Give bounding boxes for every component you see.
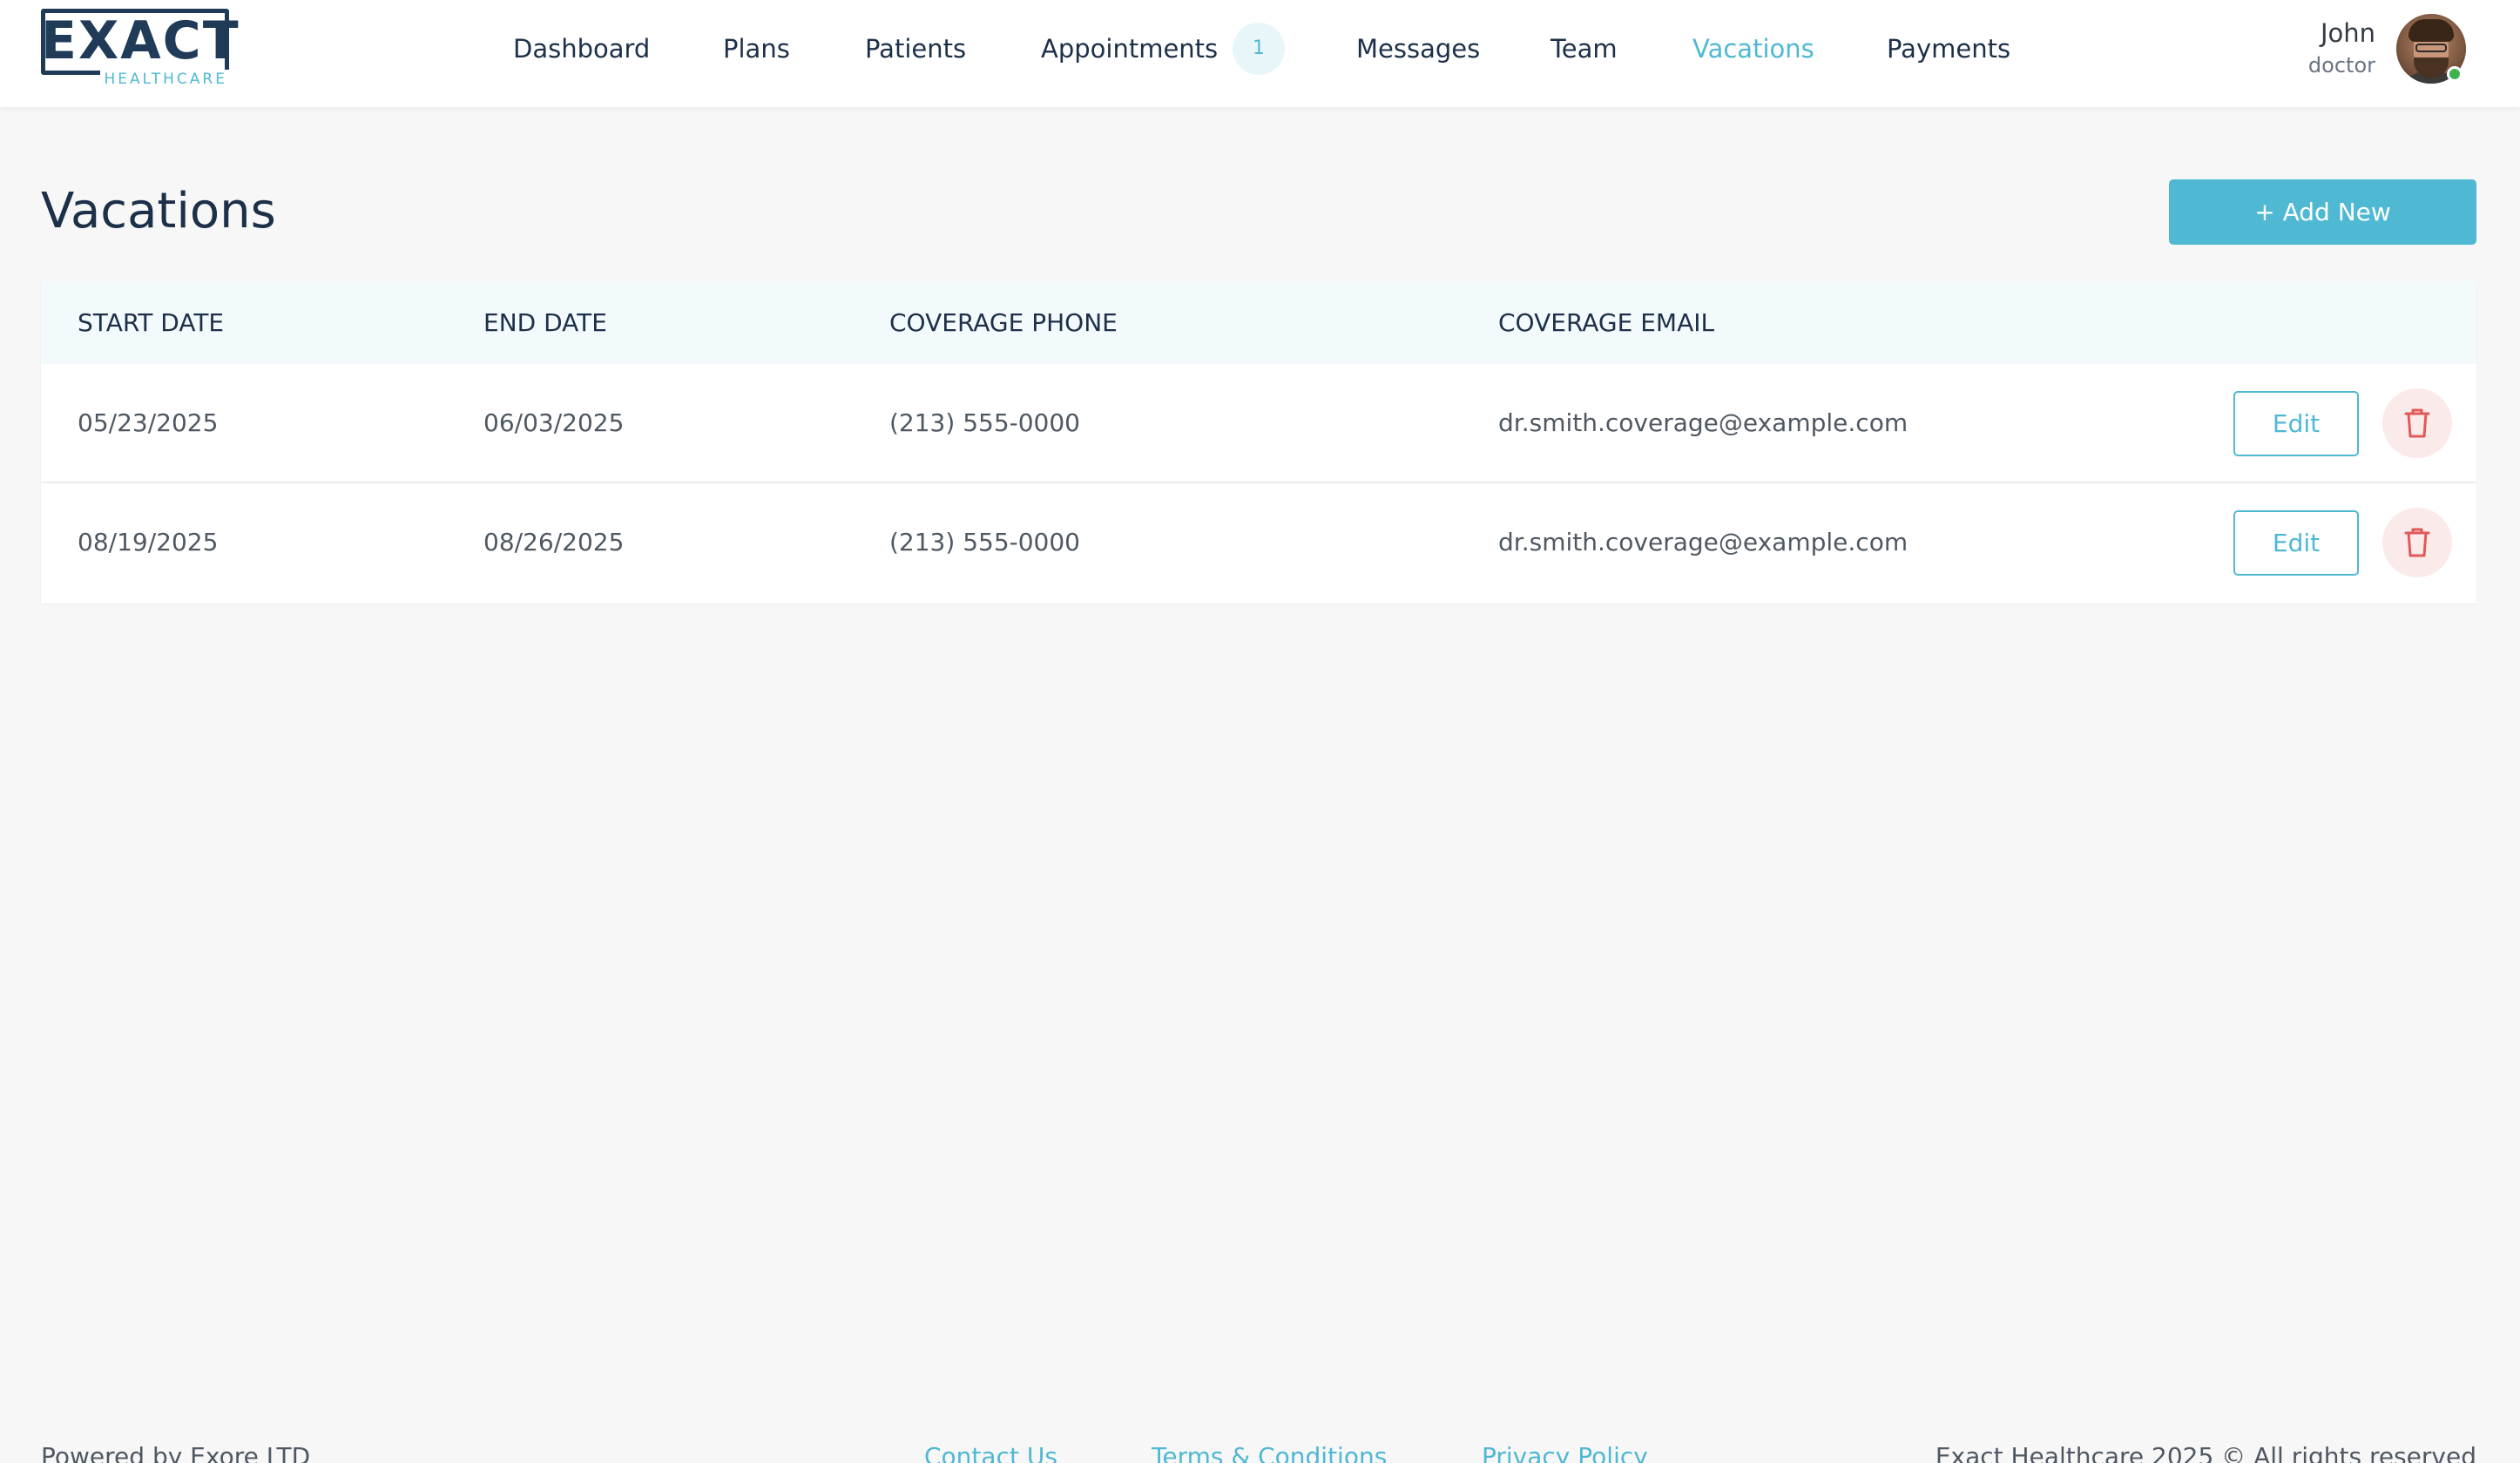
coverage-phone-cell: (213) 555-0000 <box>889 528 1080 556</box>
coverage-phone-cell: (213) 555-0000 <box>889 408 1080 437</box>
footer-link-terms[interactable]: Terms & Conditions <box>1152 1441 1387 1463</box>
online-status-dot <box>2447 66 2463 82</box>
nav-item-plans[interactable]: Plans <box>723 31 790 66</box>
nav-item-messages[interactable]: Messages <box>1356 31 1480 66</box>
exact-healthcare-logo[interactable]: EXACT HEALTHCARE <box>41 9 240 89</box>
footer-link-privacy-policy[interactable]: Privacy Policy <box>1482 1441 1648 1463</box>
appointments-count-badge: 1 <box>1233 23 1285 75</box>
nav-item-patients[interactable]: Patients <box>865 31 966 66</box>
nav-item-vacations[interactable]: Vacations <box>1692 31 1814 66</box>
user-name[interactable]: John <box>2321 17 2375 49</box>
vacations-table: START DATE END DATE COVERAGE PHONE COVER… <box>41 281 2476 603</box>
nav-item-team[interactable]: Team <box>1551 31 1618 66</box>
start-date-cell: 08/19/2025 <box>78 528 219 556</box>
table-row: 05/23/2025 06/03/2025 (213) 555-0000 dr.… <box>41 364 2476 483</box>
column-header-coverage-email: COVERAGE EMAIL <box>1498 308 1715 337</box>
avatar-glasses <box>2415 44 2447 52</box>
trash-icon <box>2404 408 2430 438</box>
column-header-end-date: END DATE <box>483 308 607 337</box>
nav-item-dashboard[interactable]: Dashboard <box>513 31 650 66</box>
user-role: doctor <box>2307 53 2375 78</box>
coverage-email-cell: dr.smith.coverage@example.com <box>1498 408 1909 437</box>
column-header-start-date: START DATE <box>78 308 225 337</box>
delete-button[interactable] <box>2382 388 2452 458</box>
table-row: 08/19/2025 08/26/2025 (213) 555-0000 dr.… <box>41 483 2476 603</box>
column-header-coverage-phone: COVERAGE PHONE <box>889 308 1118 337</box>
end-date-cell: 06/03/2025 <box>483 408 625 437</box>
edit-button[interactable]: Edit <box>2233 391 2359 456</box>
page-title: Vacations <box>41 183 276 239</box>
nav-item-payments[interactable]: Payments <box>1887 31 2010 66</box>
powered-by-text: Powered by Exore LTD <box>41 1442 311 1463</box>
nav-item-appointments[interactable]: Appointments <box>1041 31 1218 66</box>
trash-icon <box>2404 528 2430 557</box>
edit-button[interactable]: Edit <box>2233 510 2359 576</box>
top-header: EXACT HEALTHCARE Dashboard Plans Patient… <box>0 0 2520 107</box>
end-date-cell: 08/26/2025 <box>483 528 625 556</box>
table-header: START DATE END DATE COVERAGE PHONE COVER… <box>41 281 2476 364</box>
avatar-hair <box>2409 19 2454 42</box>
footer-link-contact-us[interactable]: Contact Us <box>924 1441 1057 1463</box>
delete-button[interactable] <box>2382 508 2452 577</box>
logo-subtitle: HEALTHCARE <box>100 70 231 89</box>
logo-word: EXACT <box>41 10 240 71</box>
start-date-cell: 05/23/2025 <box>78 408 219 437</box>
coverage-email-cell: dr.smith.coverage@example.com <box>1498 528 1909 556</box>
add-new-button[interactable]: + Add New <box>2169 179 2476 245</box>
copyright-text: Exact Healthcare 2025 © All rights reser… <box>1935 1442 2476 1463</box>
